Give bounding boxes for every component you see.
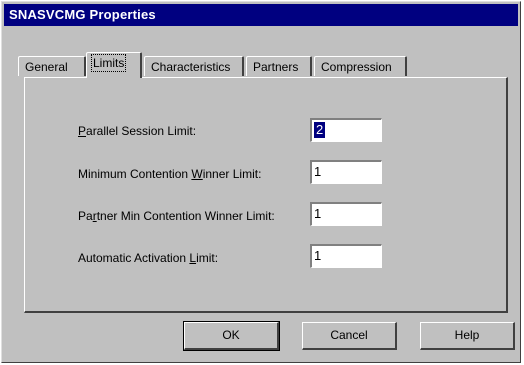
- cancel-button-label: Cancel: [330, 328, 368, 342]
- minimum-contention-winner-limit-value: 1: [314, 164, 322, 179]
- automatic-activation-limit-value: 1: [314, 248, 322, 263]
- parallel-session-limit-field[interactable]: 2: [310, 118, 382, 142]
- partner-min-contention-winner-limit-field[interactable]: 1: [310, 202, 382, 226]
- automatic-activation-limit-field[interactable]: 1: [310, 244, 382, 268]
- automatic-activation-limit-label: Automatic Activation Limit:: [78, 251, 219, 265]
- window-title: SNASVCMG Properties: [9, 7, 156, 22]
- tab-general[interactable]: General: [18, 56, 86, 76]
- cancel-button[interactable]: Cancel: [302, 322, 397, 350]
- minimum-contention-winner-limit-label: Minimum Contention Winner Limit:: [78, 167, 262, 181]
- properties-dialog: SNASVCMG Properties General Limits Chara…: [1, 1, 521, 363]
- ok-button[interactable]: OK: [183, 321, 280, 351]
- partner-min-contention-winner-limit-value: 1: [314, 206, 322, 221]
- tab-characteristics[interactable]: Characteristics: [144, 56, 244, 76]
- parallel-session-limit-label: Parallel Session Limit:: [78, 124, 197, 138]
- tab-general-label: General: [25, 60, 68, 74]
- minimum-contention-winner-limit-field[interactable]: 1: [310, 160, 382, 184]
- tab-limits-label: Limits: [90, 54, 127, 72]
- tab-partners-label: Partners: [253, 60, 299, 74]
- parallel-session-limit-value: 2: [314, 122, 326, 138]
- tab-compression[interactable]: Compression: [314, 56, 407, 76]
- tab-characteristics-label: Characteristics: [151, 60, 231, 74]
- tab-partners[interactable]: Partners: [246, 56, 312, 76]
- help-button-label: Help: [454, 328, 480, 342]
- partner-min-contention-winner-limit-label: Partner Min Contention Winner Limit:: [78, 209, 275, 223]
- ok-button-label: OK: [222, 328, 240, 342]
- help-button[interactable]: Help: [420, 322, 515, 350]
- tab-compression-label: Compression: [321, 60, 392, 74]
- tab-limits[interactable]: Limits: [86, 52, 142, 78]
- limits-panel: Parallel Session Limit: 2 Minimum Conten…: [24, 77, 508, 313]
- title-bar[interactable]: SNASVCMG Properties: [4, 4, 518, 26]
